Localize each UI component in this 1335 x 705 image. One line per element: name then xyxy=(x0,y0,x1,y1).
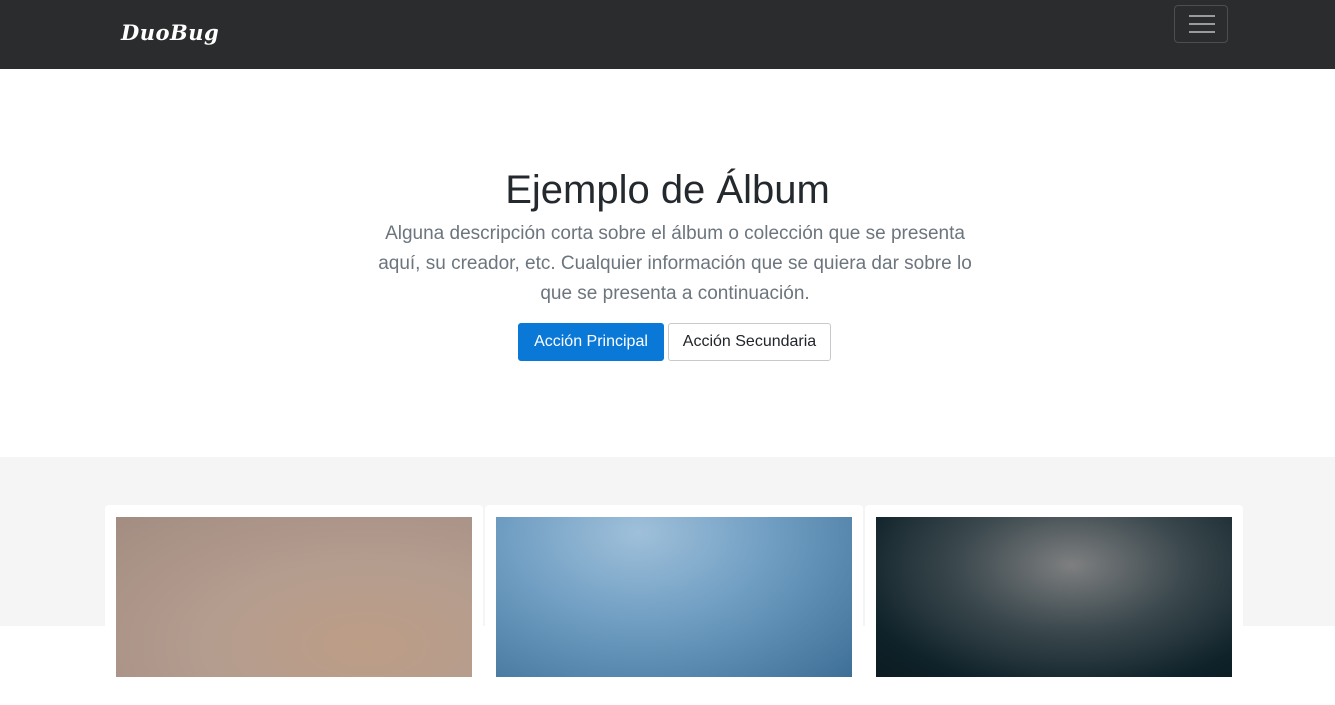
primary-action-button[interactable]: Acción Principal xyxy=(518,323,664,361)
card-thumbnail-image[interactable] xyxy=(496,517,852,677)
album-section xyxy=(0,457,1335,705)
secondary-action-button[interactable]: Acción Secundaria xyxy=(668,323,831,361)
hero-section: Ejemplo de Álbum Alguna descripción cort… xyxy=(0,69,1335,457)
hero-title: Ejemplo de Álbum xyxy=(505,168,830,212)
card-thumbnail-image[interactable] xyxy=(116,517,472,677)
hero-description: Alguna descripción corta sobre el álbum … xyxy=(378,223,972,304)
card-thumbnail-image[interactable] xyxy=(876,517,1232,677)
album-card xyxy=(105,505,483,705)
album-card xyxy=(865,505,1243,705)
top-navbar: DuoBug xyxy=(0,0,1335,69)
album-card xyxy=(485,505,863,705)
brand-logo[interactable]: DuoBug xyxy=(121,20,219,45)
navbar-toggle-button[interactable] xyxy=(1174,5,1228,43)
